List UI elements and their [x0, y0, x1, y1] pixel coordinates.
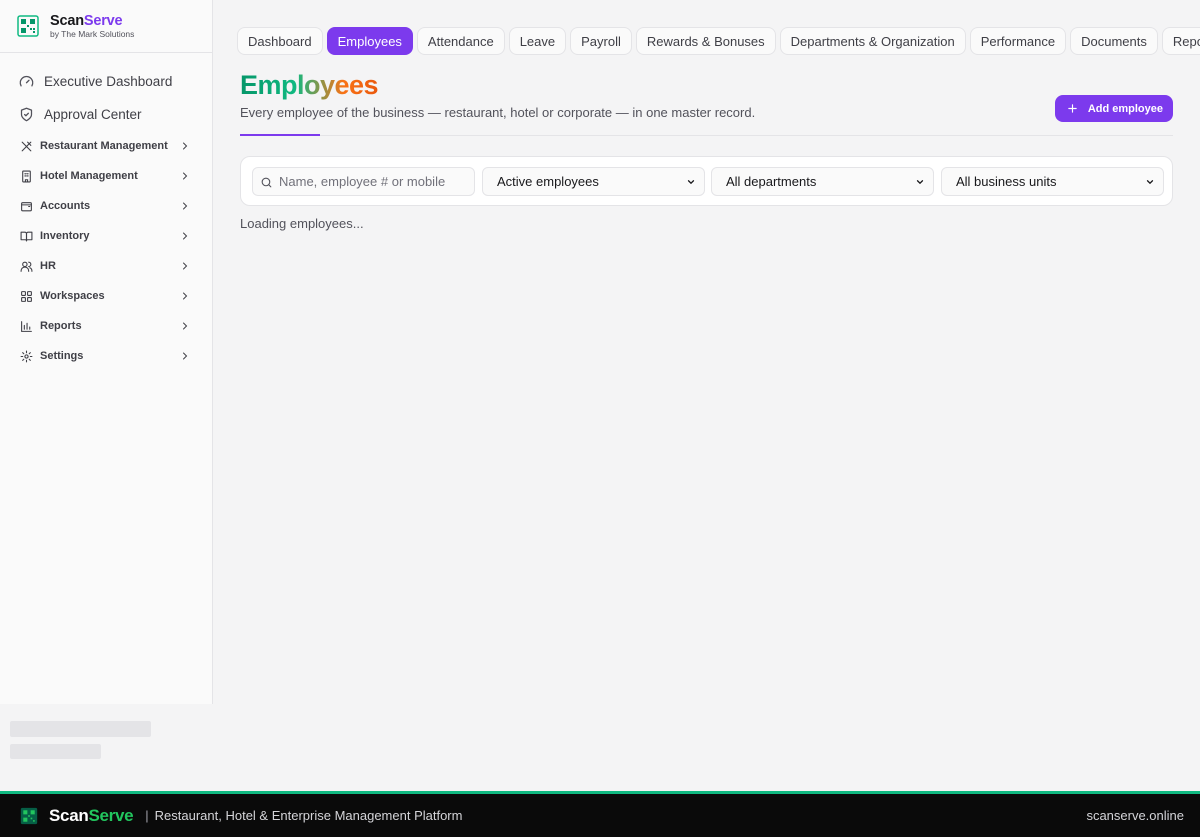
chevron-down-icon: [1146, 179, 1154, 184]
skeleton-line: [10, 744, 101, 759]
brand-name-part2: Serve: [83, 12, 123, 29]
footer-brand-part1: Scan: [49, 805, 89, 825]
tab-rewards-bonuses[interactable]: Rewards & Bonuses: [635, 27, 776, 55]
hr-tabs: Dashboard Employees Attendance Leave Pay…: [237, 27, 1200, 55]
page-title: Employees: [240, 70, 379, 100]
footer-brand-part2: Serve: [88, 805, 134, 825]
sidebar-item-label: Workspaces: [40, 290, 105, 302]
sidebar-item-label: Inventory: [40, 230, 90, 242]
sidebar-user-skeleton: [0, 704, 213, 791]
book-icon: [20, 231, 33, 241]
chevron-right-icon: [183, 322, 188, 330]
business-unit-select[interactable]: All business units: [941, 167, 1164, 196]
brand-name: ScanServe: [50, 12, 134, 29]
department-select-value: All departments: [726, 174, 817, 189]
sidebar-item-hotel-management[interactable]: Hotel Management: [0, 161, 212, 191]
building-icon: [22, 170, 31, 182]
business-unit-select-value: All business units: [956, 174, 1057, 189]
status-select[interactable]: Active employees: [482, 167, 705, 196]
chevron-right-icon: [183, 142, 188, 150]
sidebar-item-restaurant-management[interactable]: Restaurant Management: [0, 131, 212, 161]
chevron-right-icon: [183, 292, 188, 300]
chevron-right-icon: [183, 352, 188, 360]
tab-reports[interactable]: Reports: [1161, 27, 1200, 55]
brand-text: ScanServe by The Mark Solutions: [50, 12, 135, 39]
sidebar-item-label: Hotel Management: [40, 170, 138, 182]
brand-name-part1: Scan: [50, 12, 84, 29]
sidebar-item-label: Reports: [40, 320, 82, 332]
chevron-right-icon: [183, 262, 188, 270]
gauge-icon: [19, 75, 34, 87]
footer-url-link[interactable]: scanserve.online: [1086, 808, 1184, 823]
sidebar-item-label: Approval Center: [44, 107, 142, 122]
app-footer: ScanServe | Restaurant, Hotel & Enterpri…: [0, 791, 1200, 837]
main-content: Dashboard Employees Attendance Leave Pay…: [213, 0, 1200, 791]
search-icon: [261, 177, 272, 188]
add-employee-button[interactable]: Add employee: [1054, 95, 1173, 122]
gear-icon: [20, 350, 33, 362]
shield-check-icon: [20, 107, 33, 122]
sidebar-item-workspaces[interactable]: Workspaces: [0, 281, 212, 311]
tab-documents[interactable]: Documents: [1070, 27, 1158, 55]
chevron-right-icon: [183, 232, 188, 240]
utensils-icon: [21, 141, 32, 151]
status-select-value: Active employees: [497, 174, 599, 189]
department-select[interactable]: All departments: [711, 167, 934, 196]
sidebar-item-label: HR: [40, 260, 56, 272]
brand-header[interactable]: ScanServe by The Mark Solutions: [0, 0, 212, 53]
chevron-right-icon: [183, 202, 188, 210]
sidebar-item-label: Restaurant Management: [40, 140, 168, 152]
chevron-right-icon: [183, 172, 188, 180]
add-employee-label: Add employee: [1087, 102, 1163, 115]
brand-logo-icon: [17, 15, 39, 37]
sidebar-item-label: Settings: [40, 350, 84, 362]
footer-tagline: Restaurant, Hotel & Enterprise Managemen…: [154, 808, 463, 823]
header-divider: [240, 135, 1173, 136]
users-icon: [20, 261, 33, 272]
loading-text: Loading employees...: [240, 216, 364, 231]
sidebar-item-accounts[interactable]: Accounts: [0, 191, 212, 221]
page-subtitle: Every employee of the business — restaur…: [240, 105, 756, 120]
tab-employees[interactable]: Employees: [326, 27, 413, 55]
sidebar-item-reports[interactable]: Reports: [0, 311, 212, 341]
sidebar: ScanServe by The Mark Solutions Executiv…: [0, 0, 213, 791]
search-input[interactable]: [279, 168, 471, 195]
footer-separator: |: [145, 808, 149, 823]
sidebar-item-executive-dashboard[interactable]: Executive Dashboard: [0, 65, 212, 98]
bar-chart-icon: [21, 320, 32, 332]
grid-icon: [21, 290, 32, 302]
chevron-down-icon: [916, 179, 924, 184]
sidebar-item-label: Executive Dashboard: [44, 74, 173, 89]
footer-logo-icon: [20, 807, 38, 824]
tab-payroll[interactable]: Payroll: [570, 27, 632, 55]
sidebar-item-inventory[interactable]: Inventory: [0, 221, 212, 251]
chevron-down-icon: [687, 179, 695, 184]
brand-subtitle: by The Mark Solutions: [50, 29, 135, 39]
skeleton-line: [10, 721, 151, 737]
title-underline: [240, 134, 320, 136]
filter-bar: Active employees All departments All bus…: [240, 156, 1173, 206]
footer-brand: ScanServe: [49, 805, 134, 826]
sidebar-item-hr[interactable]: HR: [0, 251, 212, 281]
sidebar-item-settings[interactable]: Settings: [0, 341, 212, 371]
sidebar-item-label: Accounts: [40, 200, 91, 212]
tab-performance[interactable]: Performance: [969, 27, 1067, 55]
search-box[interactable]: [252, 167, 475, 196]
sidebar-item-approval-center[interactable]: Approval Center: [0, 98, 212, 131]
tab-leave[interactable]: Leave: [508, 27, 567, 55]
tab-attendance[interactable]: Attendance: [416, 27, 505, 55]
wallet-icon: [21, 201, 32, 211]
sidebar-nav: Executive Dashboard Approval Center Rest…: [0, 53, 212, 371]
tab-departments-organization[interactable]: Departments & Organization: [779, 27, 966, 55]
tab-dashboard[interactable]: Dashboard: [237, 27, 323, 55]
plus-icon: [1068, 104, 1077, 113]
